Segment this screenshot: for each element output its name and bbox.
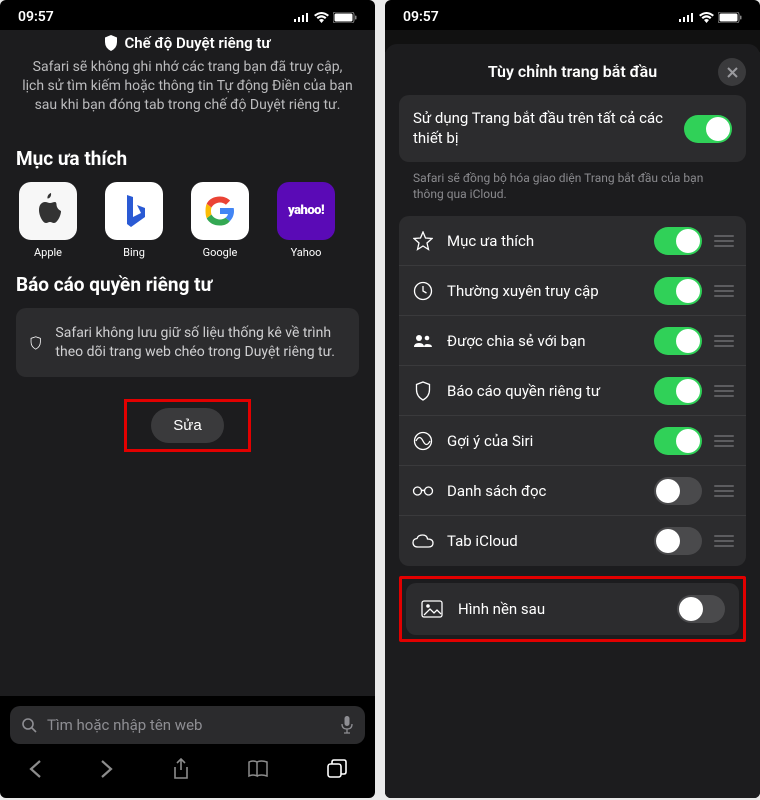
private-mode-description: Safari sẽ không ghi nhớ các trang bạn đã… — [16, 52, 359, 133]
yahoo-icon: yahoo! — [277, 182, 335, 240]
option-privacy-report[interactable]: Báo cáo quyền riêng tư — [399, 366, 746, 416]
search-icon — [22, 718, 37, 733]
status-bar: 09:57 — [0, 0, 375, 30]
edit-row: Sửa — [16, 399, 359, 452]
google-icon — [191, 182, 249, 240]
phone-right: 09:57 Tùy chỉnh trang bắt đầu Sử dụng Tr… — [385, 0, 760, 798]
people-icon — [411, 334, 435, 348]
customize-sheet: Tùy chỉnh trang bắt đầu Sử dụng Trang bắ… — [385, 44, 760, 798]
toggle[interactable] — [654, 477, 702, 505]
favorites-row: Apple Bing Google yahoo! Yahoo — [16, 182, 359, 259]
favorite-label: Bing — [123, 246, 145, 259]
sync-toggle[interactable] — [684, 115, 732, 143]
drag-handle-icon[interactable] — [714, 435, 734, 447]
toggle[interactable] — [654, 327, 702, 355]
options-list: Mục ưa thích Thường xuyên truy cập Được … — [399, 216, 746, 566]
siri-icon — [411, 431, 435, 451]
shield-icon — [411, 381, 435, 401]
cloud-icon — [411, 534, 435, 548]
favorite-yahoo[interactable]: yahoo! Yahoo — [274, 182, 338, 259]
image-icon — [420, 600, 444, 618]
drag-handle-icon[interactable] — [714, 535, 734, 547]
wifi-icon — [699, 12, 714, 23]
close-button[interactable] — [718, 58, 746, 86]
edit-button[interactable]: Sửa — [151, 408, 223, 443]
status-time: 09:57 — [18, 9, 54, 25]
option-icloud-tabs[interactable]: Tab iCloud — [399, 516, 746, 566]
background-image-label: Hình nền sau — [458, 600, 663, 619]
back-button[interactable] — [28, 759, 42, 783]
highlight-edit: Sửa — [124, 399, 250, 452]
sync-label: Sử dụng Trang bắt đầu trên tất cả các th… — [413, 109, 672, 148]
search-placeholder: Tìm hoặc nhập tên web — [47, 716, 331, 734]
battery-icon — [718, 12, 742, 23]
private-mode-heading: Chế độ Duyệt riêng tư — [16, 30, 359, 52]
drag-handle-icon[interactable] — [714, 285, 734, 297]
apple-icon — [19, 182, 77, 240]
drag-handle-icon[interactable] — [714, 335, 734, 347]
option-reading-list[interactable]: Danh sách đọc — [399, 466, 746, 516]
drag-handle-icon[interactable] — [714, 235, 734, 247]
right-content: Tùy chỉnh trang bắt đầu Sử dụng Trang bắ… — [385, 30, 760, 798]
option-favorites[interactable]: Mục ưa thích — [399, 216, 746, 266]
drag-handle-icon[interactable] — [714, 385, 734, 397]
highlight-background-image: Hình nền sau — [399, 576, 746, 642]
shield-outline-icon — [30, 330, 41, 356]
option-background-image[interactable]: Hình nền sau — [406, 583, 739, 635]
drag-handle-icon[interactable] — [714, 485, 734, 497]
star-icon — [411, 231, 435, 251]
option-frequently-visited[interactable]: Thường xuyên truy cập — [399, 266, 746, 316]
status-indicators — [679, 12, 742, 23]
bookmarks-button[interactable] — [247, 760, 269, 782]
privacy-report-title: Báo cáo quyền riêng tư — [16, 273, 359, 296]
clock-icon — [411, 281, 435, 301]
left-content: Chế độ Duyệt riêng tư Safari sẽ không gh… — [0, 30, 375, 696]
toggle[interactable] — [654, 377, 702, 405]
favorite-apple[interactable]: Apple — [16, 182, 80, 259]
favorites-title: Mục ưa thích — [16, 147, 359, 170]
phone-left: 09:57 Chế độ Duyệt riêng tư Safari sẽ kh… — [0, 0, 375, 798]
sync-card: Sử dụng Trang bắt đầu trên tất cả các th… — [399, 95, 746, 162]
toggle[interactable] — [654, 527, 702, 555]
cellular-icon — [294, 12, 310, 22]
favorite-label: Apple — [34, 246, 62, 259]
toggle[interactable] — [654, 227, 702, 255]
toggle[interactable] — [654, 277, 702, 305]
address-bar[interactable]: Tìm hoặc nhập tên web — [10, 706, 365, 744]
shield-icon — [104, 35, 118, 51]
wifi-icon — [314, 12, 329, 23]
option-shared-with-you[interactable]: Được chia sẻ với bạn — [399, 316, 746, 366]
privacy-report-card[interactable]: Safari không lưu giữ số liệu thống kê về… — [16, 308, 359, 378]
sheet-header: Tùy chỉnh trang bắt đầu — [399, 58, 746, 95]
toggle[interactable] — [654, 427, 702, 455]
close-icon — [727, 67, 738, 78]
sheet-title: Tùy chỉnh trang bắt đầu — [488, 62, 657, 81]
favorite-google[interactable]: Google — [188, 182, 252, 259]
share-button[interactable] — [172, 758, 190, 784]
tabs-button[interactable] — [327, 759, 347, 783]
forward-button[interactable] — [100, 759, 114, 783]
bing-icon — [105, 182, 163, 240]
glasses-icon — [411, 486, 435, 496]
favorite-label: Google — [203, 246, 238, 259]
cellular-icon — [679, 12, 695, 22]
sync-hint: Safari sẽ đồng bộ hóa giao diện Trang bắ… — [399, 162, 746, 216]
favorite-bing[interactable]: Bing — [102, 182, 166, 259]
background-image-toggle[interactable] — [677, 595, 725, 623]
status-indicators — [294, 12, 357, 23]
bottom-toolbar — [0, 748, 375, 798]
status-bar: 09:57 — [385, 0, 760, 30]
sync-row[interactable]: Sử dụng Trang bắt đầu trên tất cả các th… — [399, 95, 746, 162]
favorite-label: Yahoo — [291, 246, 322, 259]
status-time: 09:57 — [403, 9, 439, 25]
mic-icon[interactable] — [341, 716, 353, 734]
option-siri-suggestions[interactable]: Gợi ý của Siri — [399, 416, 746, 466]
privacy-report-text: Safari không lưu giữ số liệu thống kê về… — [55, 324, 345, 362]
battery-icon — [333, 12, 357, 23]
